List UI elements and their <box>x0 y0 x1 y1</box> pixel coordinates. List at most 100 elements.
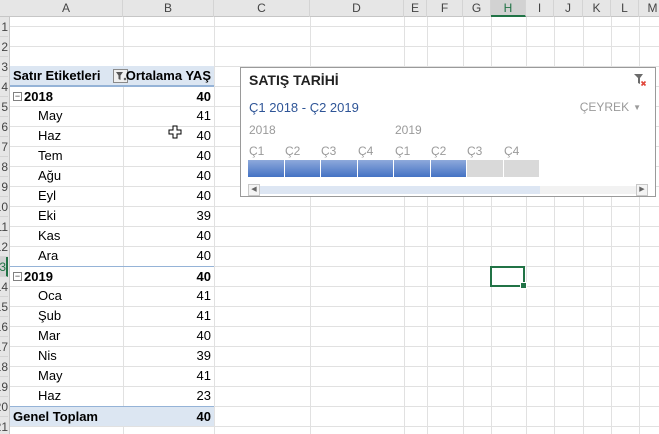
grand-total-label: Genel Toplam <box>13 409 98 424</box>
row-header[interactable]: 3 <box>0 57 8 77</box>
row-header[interactable]: 17 <box>0 337 8 357</box>
timeline-year-label: 2018 <box>249 123 276 137</box>
month-value: 41 <box>196 288 211 303</box>
pivot-month-row[interactable]: May 41 <box>10 106 214 126</box>
timeline-quarter-label: Ç1 <box>395 144 411 158</box>
pivot-month-row[interactable]: Haz 40 <box>10 126 214 146</box>
timeline-title: SATIŞ TARİHİ <box>249 72 339 88</box>
pivot-month-row[interactable]: Oca 41 <box>10 286 214 306</box>
row-header[interactable]: 10 <box>0 197 8 217</box>
collapse-icon[interactable]: − <box>13 272 22 281</box>
row-header[interactable]: 16 <box>0 317 8 337</box>
month-value: 40 <box>196 188 211 203</box>
pivot-year-row[interactable]: − 2019 40 <box>10 266 214 286</box>
timeline-quarter-label: Ç1 <box>249 144 265 158</box>
column-header-m[interactable]: M <box>639 0 659 17</box>
timeline-slicer[interactable]: SATIŞ TARİHİ Ç1 2018 - Ç2 2019 ÇEYREK ▼ 2… <box>240 67 656 197</box>
timeline-quarter-bar[interactable] <box>467 160 503 177</box>
column-header-h[interactable]: H <box>491 0 526 17</box>
timeline-level-dropdown[interactable]: ÇEYREK ▼ <box>580 100 641 114</box>
column-header-k[interactable]: K <box>583 0 611 17</box>
month-label: Şub <box>38 308 62 323</box>
row-header[interactable]: 4 <box>0 77 8 97</box>
scroll-track[interactable] <box>260 186 636 194</box>
timeline-quarter-bar[interactable] <box>430 160 466 177</box>
row-header-selected[interactable]: 13 <box>0 257 8 277</box>
row-header[interactable]: 15 <box>0 297 8 317</box>
month-label: Nis <box>38 348 57 363</box>
column-header-d[interactable]: D <box>310 0 404 17</box>
pivot-month-row[interactable]: Ağu 40 <box>10 166 214 186</box>
row-header[interactable]: 6 <box>0 117 8 137</box>
clear-filter-icon[interactable] <box>633 73 647 87</box>
month-label: Kas <box>38 228 61 243</box>
pivot-month-row[interactable]: Nis 39 <box>10 346 214 366</box>
column-header-e[interactable]: E <box>404 0 427 17</box>
scroll-left-button[interactable]: ◀ <box>248 184 260 196</box>
active-cell[interactable] <box>490 266 527 289</box>
month-value: 41 <box>196 108 211 123</box>
timeline-quarter-label: Ç2 <box>431 144 447 158</box>
row-header[interactable]: 5 <box>0 97 8 117</box>
year-label: 2019 <box>24 269 53 284</box>
column-header-j[interactable]: J <box>554 0 583 17</box>
timeline-quarter-bar[interactable] <box>357 160 393 177</box>
row-header[interactable]: 19 <box>0 377 8 397</box>
column-header-b[interactable]: B <box>123 0 214 17</box>
scroll-right-button[interactable]: ▶ <box>636 184 648 196</box>
month-label: Oca <box>38 288 62 303</box>
row-header[interactable]: 9 <box>0 177 8 197</box>
month-value: 40 <box>196 128 211 143</box>
column-header-c[interactable]: C <box>214 0 310 17</box>
row-header[interactable]: 21 <box>0 417 8 434</box>
pivot-month-row[interactable]: Ara 40 <box>10 246 214 266</box>
timeline-quarter-label: Ç2 <box>285 144 301 158</box>
pivot-month-row[interactable]: Mar 40 <box>10 326 214 346</box>
pivot-month-row[interactable]: Kas 40 <box>10 226 214 246</box>
pivot-month-row[interactable]: Eyl 40 <box>10 186 214 206</box>
row-header[interactable]: 7 <box>0 137 8 157</box>
row-header[interactable]: 1 <box>0 17 8 37</box>
row-header[interactable]: 8 <box>0 157 8 177</box>
row-header[interactable]: 12 <box>0 237 8 257</box>
pivot-year-row[interactable]: − 2018 40 <box>10 86 214 106</box>
timeline-quarter-bar[interactable] <box>321 160 357 177</box>
timeline-period-bars[interactable] <box>248 160 539 177</box>
pivot-grand-total-row[interactable]: Genel Toplam 40 <box>10 406 214 426</box>
row-header[interactable]: 20 <box>0 397 8 417</box>
timeline-quarter-bar[interactable] <box>248 160 284 177</box>
column-header-g[interactable]: G <box>463 0 491 17</box>
timeline-quarter-bar[interactable] <box>503 160 539 177</box>
row-header[interactable]: 14 <box>0 277 8 297</box>
timeline-quarter-bar[interactable] <box>284 160 320 177</box>
column-header-i[interactable]: I <box>526 0 554 17</box>
month-value: 39 <box>196 208 211 223</box>
row-header[interactable]: 2 <box>0 37 8 57</box>
pivot-month-row[interactable]: Eki 39 <box>10 206 214 226</box>
month-label: Eki <box>38 208 57 223</box>
month-value: 23 <box>196 388 211 403</box>
pivot-month-row[interactable]: Tem 40 <box>10 146 214 166</box>
month-label: Ağu <box>38 168 62 183</box>
month-label: Eyl <box>38 188 57 203</box>
value-field-header[interactable]: Ortalama YAŞ <box>126 66 211 86</box>
scroll-thumb[interactable] <box>260 186 540 194</box>
column-header-l[interactable]: L <box>611 0 639 17</box>
month-value: 40 <box>196 228 211 243</box>
row-labels-header[interactable]: Satır Etiketleri <box>13 66 100 86</box>
timeline-quarter-label: Ç4 <box>358 144 374 158</box>
collapse-icon[interactable]: − <box>13 92 22 101</box>
column-header-a[interactable]: A <box>10 0 123 17</box>
month-value: 40 <box>196 168 211 183</box>
row-header[interactable]: 18 <box>0 357 8 377</box>
month-label: Haz <box>38 128 62 143</box>
row-header[interactable]: 11 <box>0 217 8 237</box>
column-header-f[interactable]: F <box>427 0 463 17</box>
pivot-month-row[interactable]: Şub 41 <box>10 306 214 326</box>
timeline-quarter-bar[interactable] <box>394 160 430 177</box>
month-value: 39 <box>196 348 211 363</box>
timeline-scrollbar[interactable]: ◀ ▶ <box>248 184 648 196</box>
pivot-month-row[interactable]: May 41 <box>10 366 214 386</box>
pivot-month-row[interactable]: Haz 23 <box>10 386 214 406</box>
timeline-quarter-label: Ç3 <box>467 144 483 158</box>
